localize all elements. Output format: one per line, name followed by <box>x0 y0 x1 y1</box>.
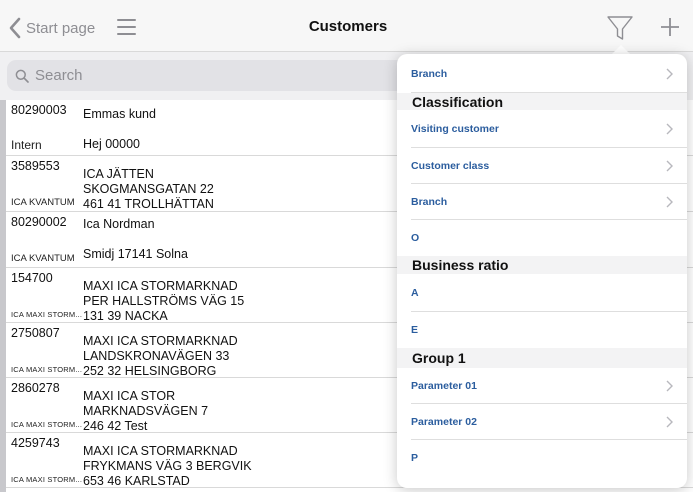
filter-popover: Branch Classification Visiting customer … <box>397 54 687 488</box>
customer-line: LANDSKRONAVÄGEN 33 <box>83 349 230 363</box>
section-header-classification: Classification <box>397 93 687 110</box>
customer-line: 252 32 HELSINGBORG <box>83 364 217 378</box>
customer-line <box>83 232 188 247</box>
customer-tag: ICA MAXI STORM... <box>11 365 83 374</box>
back-label: Start page <box>26 19 96 37</box>
customer-line: ICA JÄTTEN <box>83 167 154 181</box>
filter-option-label: Parameter 02 <box>411 415 477 428</box>
search-placeholder: Search <box>35 67 83 84</box>
filter-option-parameter-02[interactable]: Parameter 02 <box>411 404 687 440</box>
customer-number: 2860278 <box>11 381 60 395</box>
filter-option-e[interactable]: E <box>411 312 687 347</box>
chevron-right-icon <box>666 196 673 207</box>
chevron-right-icon <box>666 416 673 427</box>
customer-line: 653 46 KARLSTAD <box>83 474 190 488</box>
customer-line: 131 39 NACKA <box>83 309 168 323</box>
customer-address: MAXI ICA STORMARKNAD PER HALLSTRÖMS VÄG … <box>83 279 244 324</box>
filter-option-label: Parameter 01 <box>411 379 477 392</box>
chevron-right-icon <box>666 160 673 171</box>
search-input[interactable]: Search <box>7 60 427 91</box>
customer-line: MAXI ICA STORMARKNAD <box>83 334 238 348</box>
customer-address: MAXI ICA STOR MARKNADSVÄGEN 7 246 42 Tes… <box>83 389 208 434</box>
filter-option-p[interactable]: P <box>411 440 687 476</box>
section-title: Group 1 <box>412 350 466 366</box>
filter-option-label: E <box>411 323 419 336</box>
customer-line: MARKNADSVÄGEN 7 <box>83 404 209 418</box>
customer-line: 461 41 TROLLHÄTTAN <box>83 197 214 211</box>
filter-option-label: O <box>411 232 420 244</box>
popover-arrow <box>612 45 630 54</box>
filter-option-label: Customer class <box>411 159 490 172</box>
filter-option-label: A <box>411 287 419 299</box>
customer-line: FRYKMANS VÄG 3 BERGVIK <box>83 459 252 473</box>
chevron-left-icon <box>9 17 21 39</box>
customer-tag: ICA MAXI STORM... <box>11 475 83 484</box>
hamburger-menu-icon[interactable] <box>117 19 136 35</box>
filter-option-branch[interactable]: Branch <box>411 56 687 93</box>
filter-option-a[interactable]: A <box>411 275 687 312</box>
customer-number: 154700 <box>11 271 53 285</box>
customer-number: 2750807 <box>11 326 60 340</box>
section-title: Classification <box>412 93 504 110</box>
customer-tag: ICA MAXI STORM... <box>11 420 83 429</box>
customer-tag: ICA KVANTUM <box>11 197 75 208</box>
filter-option-label: P <box>411 452 419 464</box>
customer-line: 246 42 Test <box>83 419 148 433</box>
magnifier-icon <box>15 69 29 83</box>
customer-number: 4259743 <box>11 436 60 450</box>
customer-address: MAXI ICA STORMARKNAD FRYKMANS VÄG 3 BERG… <box>83 444 252 489</box>
customer-line: Ica Nordman <box>83 217 155 231</box>
customer-line: Emmas kund <box>83 107 156 121</box>
customer-tag: Intern <box>11 138 42 152</box>
filter-option-label: Visiting customer <box>411 123 499 135</box>
chevron-right-icon <box>666 123 673 135</box>
filter-option-o[interactable]: O <box>411 220 687 256</box>
plus-icon <box>661 18 679 36</box>
customer-tag: ICA KVANTUM <box>11 253 75 264</box>
navigation-bar: Start page Customers <box>0 0 693 52</box>
filter-option-visiting-customer[interactable]: Visiting customer <box>411 111 687 148</box>
customer-line: MAXI ICA STORMARKNAD <box>83 279 238 293</box>
customer-number: 80290002 <box>11 215 67 229</box>
chevron-right-icon <box>666 380 673 391</box>
customer-line: MAXI ICA STORMARKNAD <box>83 444 238 458</box>
filter-button[interactable] <box>606 14 634 42</box>
funnel-icon <box>607 16 633 40</box>
customer-line: SKOGMANSGATAN 22 <box>83 182 214 196</box>
chevron-right-icon <box>666 68 673 80</box>
customer-address: MAXI ICA STORMARKNAD LANDSKRONAVÄGEN 33 … <box>83 334 238 379</box>
section-header-group-1: Group 1 <box>397 348 687 368</box>
customer-line: Hej 00000 <box>83 137 140 151</box>
customer-line: PER HALLSTRÖMS VÄG 15 <box>83 294 245 308</box>
customer-number: 80290003 <box>11 103 67 117</box>
filter-option-parameter-01[interactable]: Parameter 01 <box>411 368 687 404</box>
filter-option-branch[interactable]: Branch <box>411 184 687 220</box>
customer-address: Emmas kund Hej 00000 <box>83 107 156 152</box>
section-header-business-ratio: Business ratio <box>397 256 687 274</box>
section-title: Business ratio <box>412 257 509 273</box>
filter-option-label: Branch <box>411 195 448 208</box>
customer-address: Ica Nordman Smidj 17141 Solna <box>83 217 188 262</box>
customer-line: MAXI ICA STOR <box>83 389 176 403</box>
customer-tag: ICA MAXI STORM... <box>11 310 83 319</box>
filter-option-label: Branch <box>411 68 448 80</box>
customer-number: 3589553 <box>11 159 60 173</box>
customer-line <box>83 122 156 137</box>
add-customer-button[interactable] <box>659 16 681 38</box>
page-title: Customers <box>308 18 388 35</box>
back-button[interactable]: Start page <box>9 14 95 42</box>
customer-line: Smidj 17141 Solna <box>83 247 188 261</box>
customer-address: ICA JÄTTEN SKOGMANSGATAN 22 461 41 TROLL… <box>83 167 214 212</box>
filter-option-customer-class[interactable]: Customer class <box>411 148 687 184</box>
